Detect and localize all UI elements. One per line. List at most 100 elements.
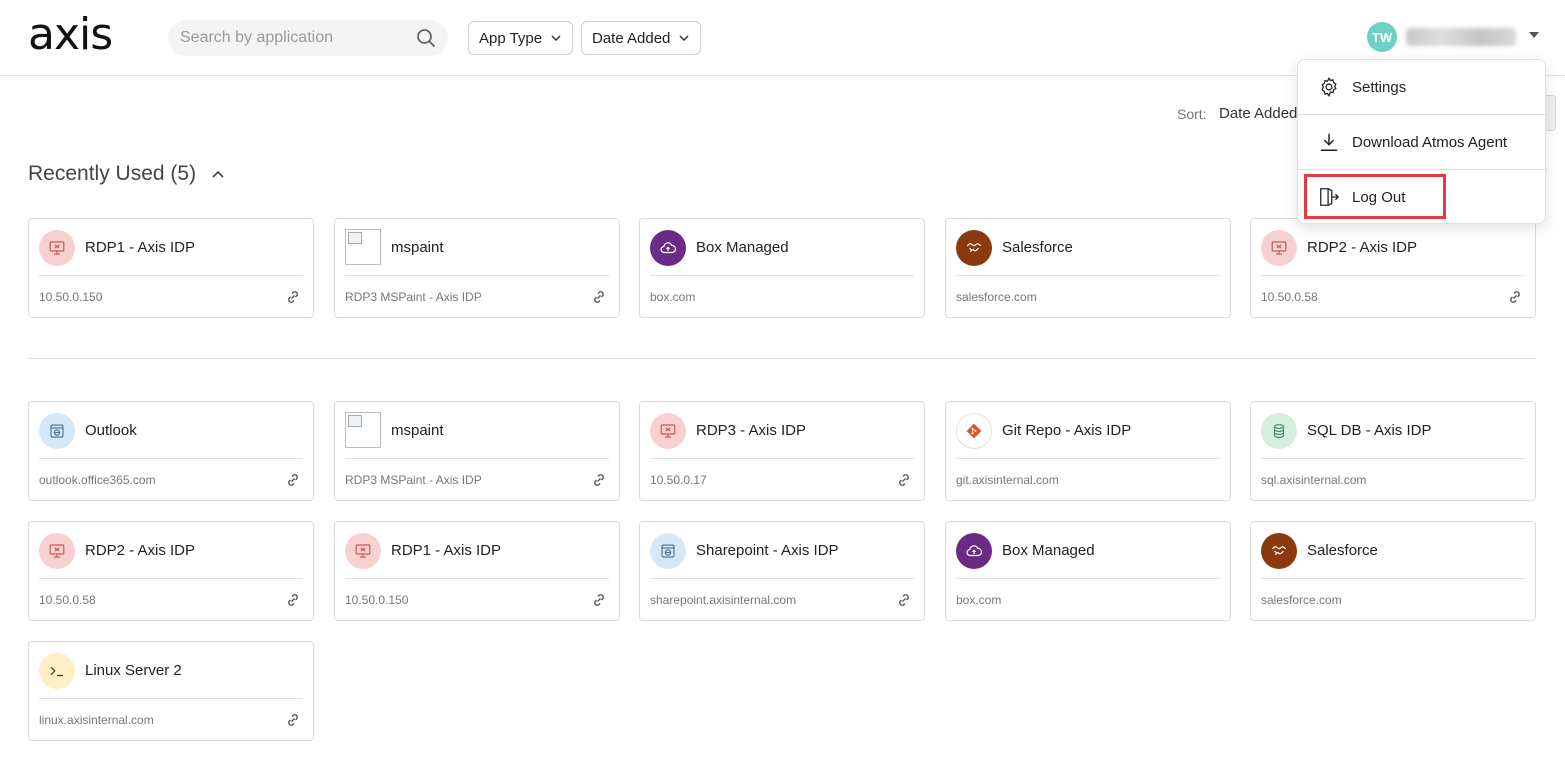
app-host: sql.axisinternal.com [1261,473,1367,487]
card-divider [345,578,609,579]
card-divider [1261,458,1525,459]
app-card[interactable]: RDP1 - Axis IDP 10.50.0.150 [334,521,620,621]
app-card[interactable]: mspaint RDP3 MSPaint - Axis IDP [334,218,620,318]
app-card[interactable]: Linux Server 2 linux.axisinternal.com [28,641,314,741]
chevron-up-icon[interactable] [210,166,226,182]
app-type-filter-label: App Type [479,29,543,47]
monitor-icon [39,230,75,266]
app-card[interactable]: Box Managed box.com [945,521,1231,621]
card-divider [345,275,609,276]
axis-logo[interactable]: axis [28,10,113,60]
git-icon [956,413,992,449]
link-icon[interactable] [285,592,301,608]
app-host: 10.50.0.58 [1261,290,1318,304]
menu-item-download-agent[interactable]: Download Atmos Agent [1298,115,1547,169]
menu-item-download-label: Download Atmos Agent [1352,133,1508,151]
app-card[interactable]: Salesforce salesforce.com [945,218,1231,318]
menu-item-settings[interactable]: Settings [1298,60,1547,114]
date-added-filter[interactable]: Date Added [581,21,702,55]
app-name: mspaint [391,239,444,256]
recently-used-header[interactable]: Recently Used (5) [28,162,226,186]
app-host: box.com [956,593,1002,607]
card-divider [39,275,303,276]
app-name: Linux Server 2 [85,662,182,679]
link-icon[interactable] [285,712,301,728]
download-icon [1320,133,1338,151]
card-divider [39,578,303,579]
app-name: Git Repo - Axis IDP [1002,422,1132,439]
app-card[interactable]: Box Managed box.com [639,218,925,318]
gear-icon [1321,77,1337,98]
app-card[interactable]: Salesforce salesforce.com [1250,521,1536,621]
app-host: box.com [650,290,696,304]
app-name: Sharepoint - Axis IDP [696,542,839,559]
monitor-icon [39,533,75,569]
web-window-icon [39,413,75,449]
monitor-icon [650,413,686,449]
user-avatar[interactable]: TW [1367,22,1397,52]
app-name: mspaint [391,422,444,439]
app-card[interactable]: Sharepoint - Axis IDP sharepoint.axisinte… [639,521,925,621]
app-host: outlook.office365.com [39,473,156,487]
link-icon[interactable] [591,592,607,608]
sort-label: Sort: [1177,106,1207,122]
link-icon[interactable] [591,289,607,305]
chevron-down-icon [551,35,561,42]
search-input[interactable] [180,29,400,47]
caret-down-icon[interactable] [1529,32,1539,38]
sort-dropdown[interactable]: Date Added [1219,105,1297,122]
app-host: salesforce.com [956,290,1037,304]
card-divider [39,458,303,459]
app-name: RDP3 - Axis IDP [696,422,807,439]
app-host: 10.50.0.150 [39,290,103,304]
app-card[interactable]: Git Repo - Axis IDP git.axisinternal.com [945,401,1231,501]
app-card[interactable]: RDP2 - Axis IDP 10.50.0.58 [28,521,314,621]
date-added-filter-label: Date Added [592,29,671,47]
card-divider [39,698,303,699]
monitor-icon [1261,230,1297,266]
link-icon[interactable] [285,289,301,305]
app-name: SQL DB - Axis IDP [1307,422,1432,439]
card-divider [345,458,609,459]
link-icon[interactable] [591,472,607,488]
card-divider [1261,275,1525,276]
app-name: RDP2 - Axis IDP [85,542,196,559]
app-name: Salesforce [1002,239,1073,256]
link-icon[interactable] [896,472,912,488]
app-card[interactable]: Outlook outlook.office365.com [28,401,314,501]
app-name: Box Managed [696,239,789,256]
search-box[interactable] [168,20,448,56]
app-card[interactable]: RDP2 - Axis IDP 10.50.0.58 [1250,218,1536,318]
terminal-icon [39,653,75,689]
app-host: sharepoint.axisinternal.com [650,593,797,607]
app-host: 10.50.0.58 [39,593,96,607]
app-name: RDP2 - Axis IDP [1307,239,1418,256]
section-title: Recently Used (5) [28,162,197,185]
cloud-upload-icon [956,533,992,569]
app-card[interactable]: mspaint RDP3 MSPaint - Axis IDP [334,401,620,501]
menu-item-settings-label: Settings [1352,78,1407,96]
app-name: RDP1 - Axis IDP [391,542,502,559]
monitor-icon [345,533,381,569]
app-host: RDP3 MSPaint - Axis IDP [345,290,482,304]
card-divider [650,458,914,459]
card-divider [956,275,1220,276]
app-name: Outlook [85,422,137,439]
cloud-upload-icon [650,230,686,266]
search-icon[interactable] [416,28,436,48]
app-card[interactable]: SQL DB - Axis IDP sql.axisinternal.com [1250,401,1536,501]
handshake-icon [956,230,992,266]
app-card[interactable]: RDP1 - Axis IDP 10.50.0.150 [28,218,314,318]
link-icon[interactable] [1507,289,1523,305]
app-host: linux.axisinternal.com [39,713,154,727]
card-divider [1261,578,1525,579]
app-card[interactable]: RDP3 - Axis IDP 10.50.0.17 [639,401,925,501]
app-type-filter[interactable]: App Type [468,21,574,55]
app-name: RDP1 - Axis IDP [85,239,196,256]
broken-image-icon [345,412,381,448]
user-name-blurred[interactable] [1406,28,1516,46]
link-icon[interactable] [896,592,912,608]
web-window-icon [650,533,686,569]
link-icon[interactable] [285,472,301,488]
app-name: Box Managed [1002,542,1095,559]
